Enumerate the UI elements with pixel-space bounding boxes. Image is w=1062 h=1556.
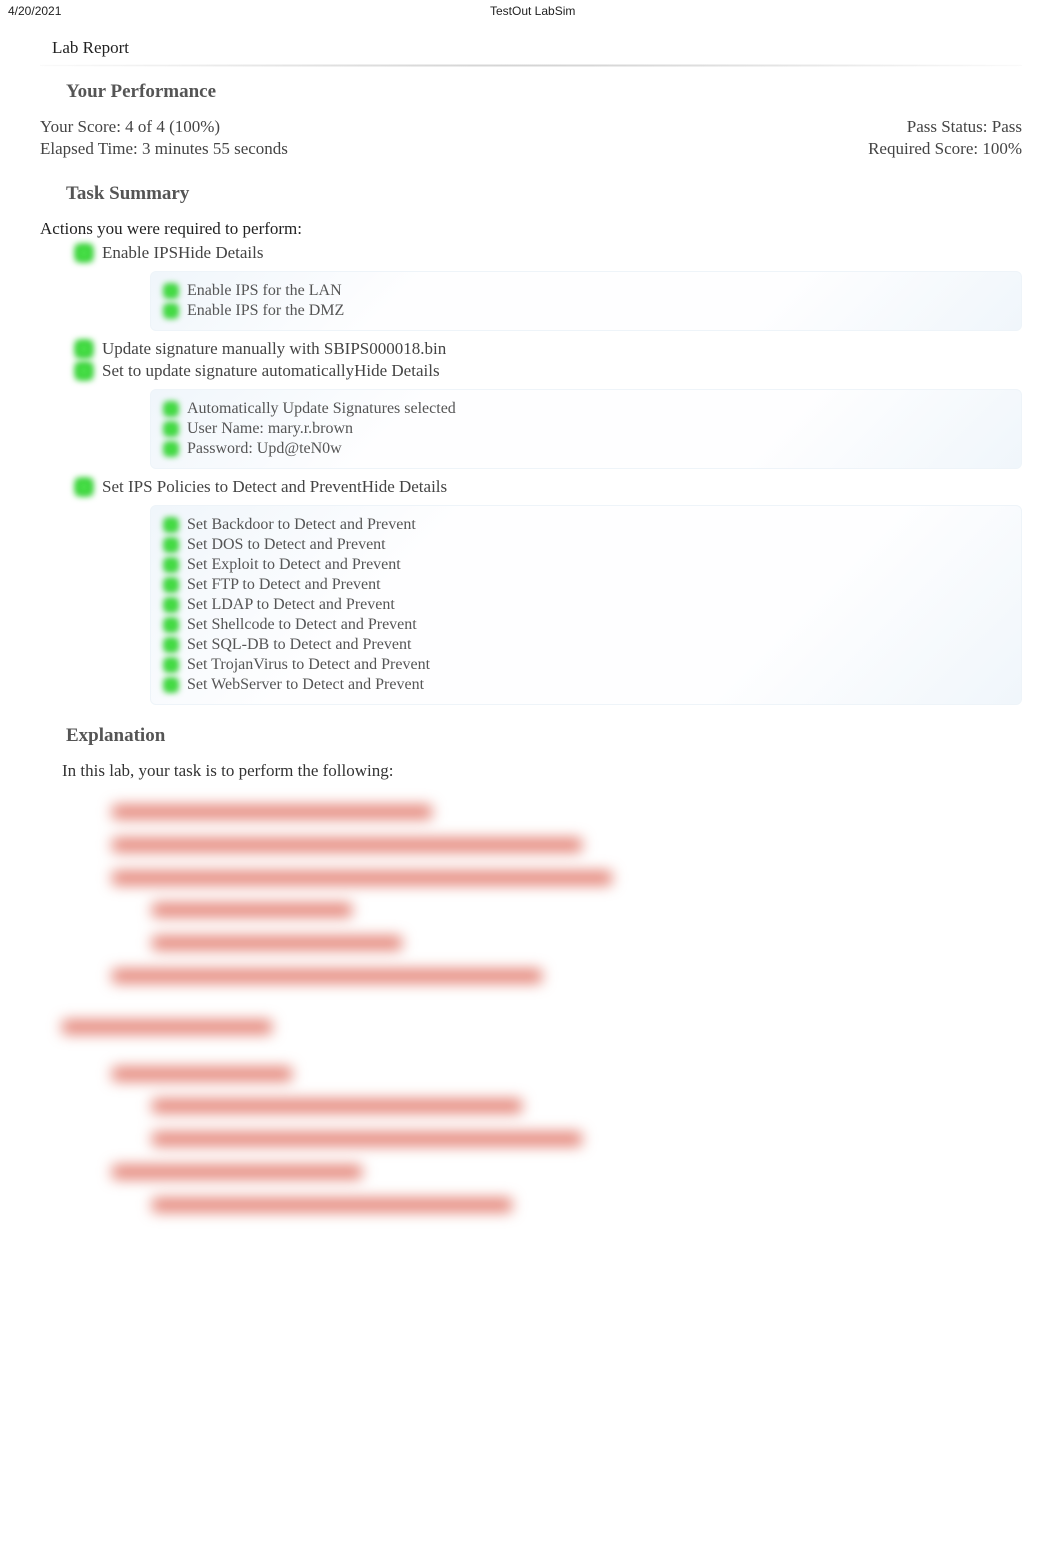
check-icon <box>74 477 94 497</box>
check-icon <box>74 243 94 263</box>
explanation-intro: In this lab, your task is to perform the… <box>62 761 1022 781</box>
sub-row: Set FTP to Detect and Prevent <box>163 576 1009 594</box>
sub-label: Set Backdoor to Detect and Prevent <box>187 516 416 534</box>
sub-row: Set Exploit to Detect and Prevent <box>163 556 1009 574</box>
task-label: Enable IPS <box>102 243 178 262</box>
sub-row: Set DOS to Detect and Prevent <box>163 536 1009 554</box>
sub-row: Set TrojanVirus to Detect and Prevent <box>163 656 1009 674</box>
sub-row: Password: Upd@teN0w <box>163 440 1009 458</box>
check-icon <box>74 361 94 381</box>
task-subitems: Set Backdoor to Detect and Prevent Set D… <box>150 505 1022 705</box>
task-label: Set IPS Policies to Detect and Prevent <box>102 477 362 496</box>
divider <box>40 64 1022 67</box>
score-row: Your Score: 4 of 4 (100%) Pass Status: P… <box>40 117 1022 137</box>
sub-label: Set Exploit to Detect and Prevent <box>187 556 401 574</box>
hide-details-link[interactable]: Hide Details <box>362 477 447 496</box>
check-icon <box>163 441 179 457</box>
task-subitems: Enable IPS for the LAN Enable IPS for th… <box>150 271 1022 331</box>
blurred-content <box>62 799 1022 1225</box>
task-label: Update signature manually with SBIPS0000… <box>102 339 446 359</box>
task-row: Set to update signature automaticallyHid… <box>74 361 1022 381</box>
lab-report-page: Lab Report Your Performance Your Score: … <box>0 22 1062 1265</box>
check-icon <box>163 657 179 673</box>
performance-heading: Your Performance <box>66 81 1022 103</box>
check-icon <box>163 283 179 299</box>
elapsed-time: Elapsed Time: 3 minutes 55 seconds <box>40 139 288 159</box>
actions-heading: Actions you were required to perform: <box>40 219 1022 239</box>
sub-row: Automatically Update Signatures selected <box>163 400 1009 418</box>
sub-row: Enable IPS for the LAN <box>163 282 1009 300</box>
pass-status: Pass Status: Pass <box>907 117 1022 137</box>
check-icon <box>163 303 179 319</box>
sub-row: Set LDAP to Detect and Prevent <box>163 596 1009 614</box>
check-icon <box>163 537 179 553</box>
sub-label: Enable IPS for the LAN <box>187 282 342 300</box>
check-icon <box>163 597 179 613</box>
sub-label: Automatically Update Signatures selected <box>187 400 456 418</box>
sub-row: User Name: mary.r.brown <box>163 420 1009 438</box>
sub-label: Set FTP to Detect and Prevent <box>187 576 381 594</box>
check-icon <box>163 577 179 593</box>
sub-row: Set Shellcode to Detect and Prevent <box>163 616 1009 634</box>
check-icon <box>163 617 179 633</box>
task-summary-heading: Task Summary <box>66 183 1022 205</box>
task-label: Set to update signature automatically <box>102 361 354 380</box>
explanation-heading: Explanation <box>66 725 1022 747</box>
sub-row: Enable IPS for the DMZ <box>163 302 1009 320</box>
sub-label: User Name: mary.r.brown <box>187 420 353 438</box>
sub-label: Set LDAP to Detect and Prevent <box>187 596 395 614</box>
header-app-title: TestOut LabSim <box>11 4 1054 18</box>
page-title: Lab Report <box>52 38 1022 58</box>
check-icon <box>163 401 179 417</box>
sub-label: Set Shellcode to Detect and Prevent <box>187 616 417 634</box>
sub-label: Enable IPS for the DMZ <box>187 302 344 320</box>
sub-label: Set WebServer to Detect and Prevent <box>187 676 424 694</box>
sub-row: Set Backdoor to Detect and Prevent <box>163 516 1009 534</box>
check-icon <box>163 677 179 693</box>
sub-row: Set WebServer to Detect and Prevent <box>163 676 1009 694</box>
required-score: Required Score: 100% <box>868 139 1022 159</box>
sub-row: Set SQL-DB to Detect and Prevent <box>163 636 1009 654</box>
task-subitems: Automatically Update Signatures selected… <box>150 389 1022 469</box>
check-icon <box>163 517 179 533</box>
check-icon <box>74 339 94 359</box>
hide-details-link[interactable]: Hide Details <box>354 361 439 380</box>
sub-label: Set TrojanVirus to Detect and Prevent <box>187 656 430 674</box>
task-row: Set IPS Policies to Detect and PreventHi… <box>74 477 1022 497</box>
sub-label: Password: Upd@teN0w <box>187 440 342 458</box>
sub-label: Set DOS to Detect and Prevent <box>187 536 386 554</box>
time-row: Elapsed Time: 3 minutes 55 seconds Requi… <box>40 139 1022 159</box>
check-icon <box>163 421 179 437</box>
task-row: Update signature manually with SBIPS0000… <box>74 339 1022 359</box>
sub-label: Set SQL-DB to Detect and Prevent <box>187 636 411 654</box>
hide-details-link[interactable]: Hide Details <box>178 243 263 262</box>
your-score: Your Score: 4 of 4 (100%) <box>40 117 220 137</box>
task-row: Enable IPSHide Details <box>74 243 1022 263</box>
check-icon <box>163 557 179 573</box>
page-header: 4/20/2021 TestOut LabSim <box>0 0 1062 22</box>
check-icon <box>163 637 179 653</box>
